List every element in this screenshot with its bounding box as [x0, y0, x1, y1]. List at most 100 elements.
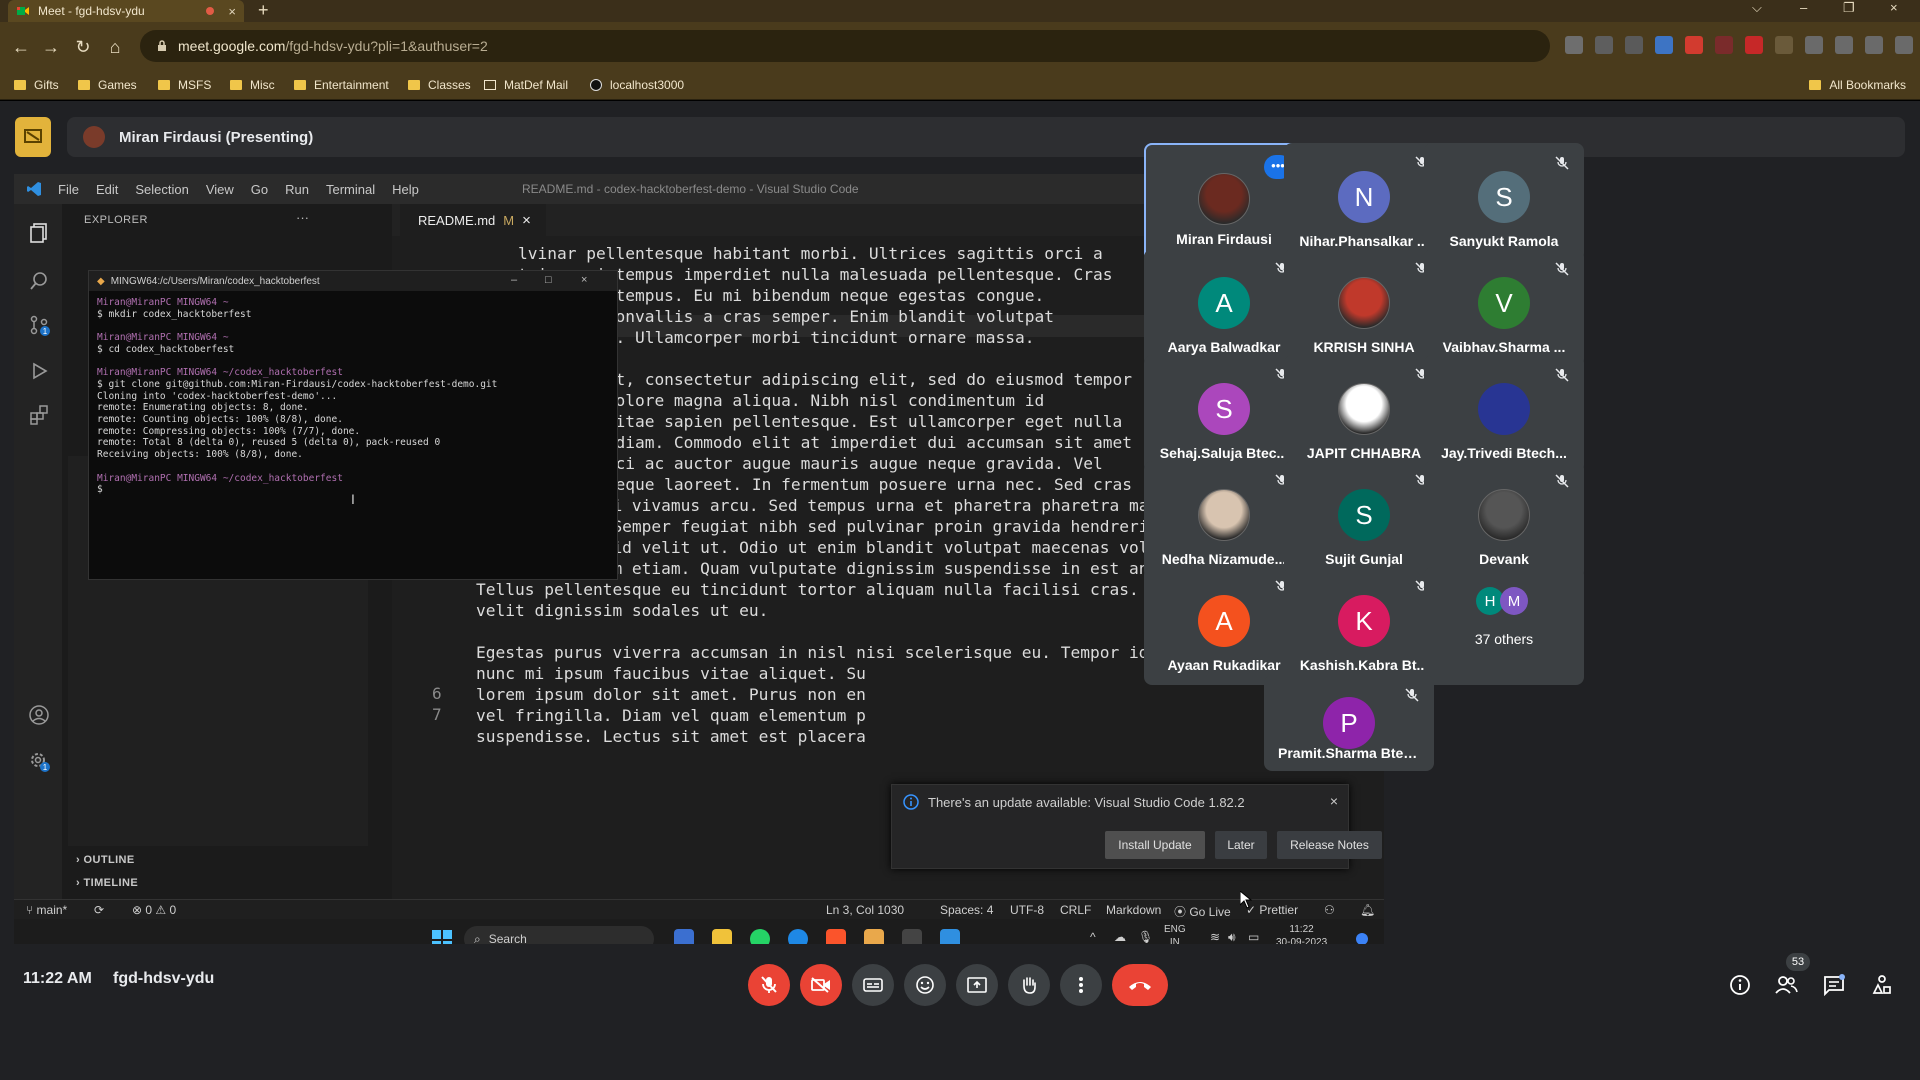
raise-hand-button[interactable]: [1008, 964, 1050, 1006]
go-live-button[interactable]: ⦿ Go Live: [1174, 903, 1231, 920]
menu-go[interactable]: Go: [251, 182, 268, 197]
git-bash-terminal-window[interactable]: ◆ MINGW64:/c/Users/Miran/codex_hacktober…: [88, 270, 618, 580]
activities-icon[interactable]: [1868, 971, 1896, 999]
git-bash-taskbar-icon[interactable]: [864, 929, 884, 944]
terminal-maximize-button[interactable]: □: [545, 274, 552, 286]
volume-icon[interactable]: 🔊︎: [1228, 931, 1236, 944]
menu-run[interactable]: Run: [285, 182, 309, 197]
source-control-icon[interactable]: 1: [28, 314, 50, 336]
bookmark-star-icon[interactable]: [1625, 36, 1643, 54]
captions-button[interactable]: [852, 964, 894, 1006]
participant-tile[interactable]: JAPIT CHHABRA: [1284, 355, 1444, 473]
share-icon[interactable]: [1595, 36, 1613, 54]
close-window-button[interactable]: ×: [1890, 0, 1898, 16]
meeting-details-icon[interactable]: [1726, 971, 1754, 999]
whatsapp-icon[interactable]: [750, 929, 770, 944]
download-icon[interactable]: [1865, 36, 1883, 54]
present-now-button[interactable]: [956, 964, 998, 1006]
people-icon[interactable]: [1772, 971, 1800, 999]
others-tile[interactable]: H M 37 others: [1424, 567, 1584, 685]
chat-icon[interactable]: [1820, 971, 1848, 999]
explorer-files-icon[interactable]: [28, 222, 50, 244]
participant-tile[interactable]: PPramit.Sharma Btech2022: [1264, 675, 1434, 771]
participant-tile[interactable]: A Aarya Balwadkar: [1144, 249, 1304, 367]
more-options-button[interactable]: [1060, 964, 1102, 1006]
camera-blocked-icon[interactable]: [1565, 36, 1583, 54]
participant-tile[interactable]: ••• Miran Firdausi: [1144, 143, 1304, 261]
all-bookmarks-button[interactable]: All Bookmarks: [1809, 78, 1906, 92]
participant-tile[interactable]: V Vaibhav.Sharma ...: [1424, 249, 1584, 367]
extension-icon[interactable]: [1805, 36, 1823, 54]
problems-status[interactable]: ⊗ 0 ⚠ 0: [132, 903, 176, 917]
taskbar-clock[interactable]: 11:22 30-09-2023: [1276, 923, 1327, 944]
menu-help[interactable]: Help: [392, 182, 419, 197]
edge-icon[interactable]: [788, 929, 808, 944]
present-screen-icon[interactable]: [15, 117, 51, 157]
extension-icon[interactable]: [1715, 36, 1733, 54]
tray-overflow-icon[interactable]: ^: [1090, 931, 1096, 944]
site-info-icon[interactable]: [156, 40, 168, 52]
terminal-taskbar-icon[interactable]: [902, 929, 922, 944]
back-arrow-icon[interactable]: ←: [10, 36, 32, 58]
side-panel-icon[interactable]: [1895, 36, 1913, 54]
terminal-minimize-button[interactable]: –: [511, 274, 517, 286]
notification-close-icon[interactable]: ×: [1330, 793, 1338, 809]
bookmark-folder[interactable]: Games: [78, 78, 137, 92]
run-debug-icon[interactable]: [28, 360, 50, 382]
microphone-icon[interactable]: 🎙︎: [1138, 931, 1153, 944]
participant-tile[interactable]: S Sehaj.Saluja Btec...: [1144, 355, 1304, 473]
bookmark-folder[interactable]: Misc: [230, 78, 275, 92]
install-update-button[interactable]: Install Update: [1105, 831, 1205, 859]
menu-selection[interactable]: Selection: [135, 182, 188, 197]
minimize-button[interactable]: –: [1800, 0, 1807, 16]
onedrive-icon[interactable]: ☁: [1114, 931, 1126, 944]
extensions-icon[interactable]: [28, 404, 50, 426]
explorer-more-actions-icon[interactable]: ···: [296, 210, 309, 225]
participant-tile[interactable]: A Ayaan Rukadikar: [1144, 567, 1304, 685]
menu-terminal[interactable]: Terminal: [326, 182, 375, 197]
extension-icon[interactable]: [1685, 36, 1703, 54]
settings-gear-icon[interactable]: 1: [28, 750, 50, 772]
tab-close-icon[interactable]: ×: [228, 4, 236, 19]
leave-call-button[interactable]: [1112, 964, 1168, 1006]
battery-icon[interactable]: ▭: [1248, 931, 1259, 944]
participant-tile[interactable]: K Kashish.Kabra Bt...: [1284, 567, 1444, 685]
participant-tile[interactable]: Jay.Trivedi Btech...: [1424, 355, 1584, 473]
tab-close-icon[interactable]: ×: [522, 212, 531, 229]
later-button[interactable]: Later: [1215, 831, 1267, 859]
participant-tile[interactable]: N Nihar.Phansalkar ...: [1284, 143, 1444, 261]
participant-tile[interactable]: Devank: [1424, 461, 1584, 579]
participant-tile[interactable]: S Sujit Gunjal: [1284, 461, 1444, 579]
menu-view[interactable]: View: [206, 182, 234, 197]
extension-icon[interactable]: [1655, 36, 1673, 54]
bookmark-folder[interactable]: Gifts: [14, 78, 59, 92]
new-tab-button[interactable]: +: [258, 0, 269, 20]
menu-edit[interactable]: Edit: [96, 182, 118, 197]
maximize-button[interactable]: ❐: [1843, 0, 1855, 16]
menu-file[interactable]: File: [58, 182, 79, 197]
microphone-off-button[interactable]: [748, 964, 790, 1006]
home-icon[interactable]: ⌂: [104, 36, 126, 58]
terminal-close-button[interactable]: ×: [581, 274, 587, 286]
extension-icon[interactable]: [1775, 36, 1793, 54]
encoding-status[interactable]: UTF-8: [1010, 903, 1044, 917]
address-bar[interactable]: meet.google.com/fgd-hdsv-ydu?pli=1&authu…: [140, 30, 1550, 62]
bookmark-link[interactable]: localhost3000: [590, 78, 684, 92]
language-indicator[interactable]: ENG IN: [1164, 923, 1186, 944]
accounts-status-icon[interactable]: ⚇: [1324, 903, 1335, 917]
indentation-status[interactable]: Spaces: 4: [940, 903, 993, 917]
release-notes-button[interactable]: Release Notes: [1277, 831, 1382, 859]
camera-off-button[interactable]: [800, 964, 842, 1006]
task-view-icon[interactable]: [674, 929, 694, 944]
wifi-icon[interactable]: ≋: [1210, 931, 1220, 944]
windows-start-icon[interactable]: [432, 930, 452, 944]
participant-tile[interactable]: KRRISH SINHA: [1284, 249, 1444, 367]
bookmark-folder[interactable]: MSFS: [158, 78, 211, 92]
eol-status[interactable]: CRLF: [1060, 903, 1091, 917]
editor-tab-readme[interactable]: README.md M ×: [400, 204, 546, 236]
brave-icon[interactable]: [826, 929, 846, 944]
prettier-status[interactable]: ✓ Prettier: [1246, 903, 1298, 917]
extensions-puzzle-icon[interactable]: [1835, 36, 1853, 54]
language-mode[interactable]: Markdown: [1106, 903, 1161, 917]
branch-status[interactable]: ⑂ main*: [26, 903, 67, 917]
